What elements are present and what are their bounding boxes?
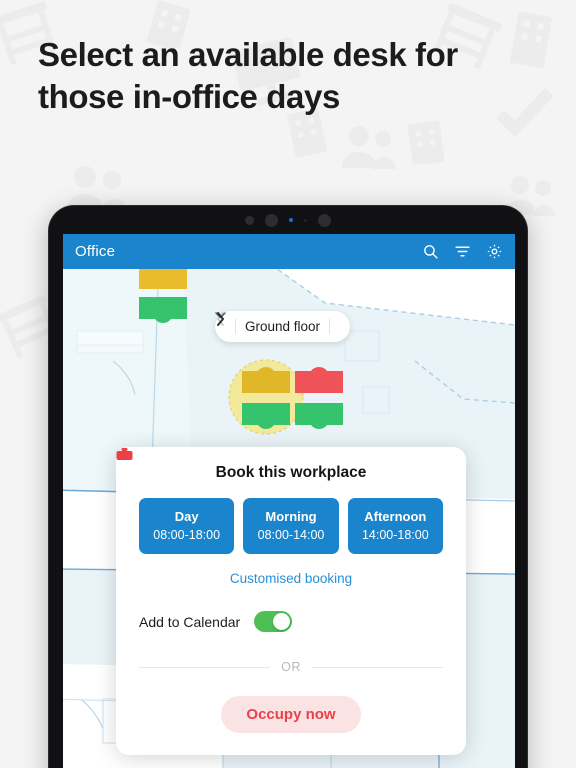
page-title: Select an available desk for those in-of…: [38, 36, 458, 115]
floor-current-label[interactable]: Ground floor: [215, 312, 321, 334]
front-camera-icon: [265, 213, 278, 227]
microphone-icon: [304, 218, 307, 222]
occupy-button-wrap: Occupy now: [116, 448, 443, 733]
customised-booking-link[interactable]: Customised booking: [139, 571, 443, 586]
divider: [235, 319, 236, 334]
divider-line: [311, 666, 443, 668]
device-bezel-top: [49, 206, 527, 234]
promo-screenshot: Select an available desk for those in-of…: [0, 0, 576, 768]
divider: [329, 319, 331, 334]
desk-marker[interactable]: [139, 269, 187, 289]
status-led-icon: [289, 218, 293, 222]
occupy-now-label: Occupy now: [246, 706, 336, 723]
or-label: OR: [281, 660, 301, 674]
slot-label: Day: [174, 509, 199, 524]
booking-sheet: Book this workplace Day 08:00-18:00 Morn…: [116, 447, 466, 755]
slot-time: 14:00-18:00: [361, 528, 429, 542]
camera-sensor-icon: [318, 213, 331, 227]
tablet-screen: Office Ground floor Book this workplace …: [63, 234, 515, 768]
floor-plan-map[interactable]: Ground floor Book this workplace Day 08:…: [63, 269, 515, 768]
chevron-right-icon: [217, 312, 224, 326]
or-divider: OR: [139, 660, 443, 674]
slot-time: 08:00-14:00: [257, 528, 325, 542]
divider-line: [139, 666, 271, 668]
tablet-device-frame: Office Ground floor Book this workplace …: [48, 205, 528, 768]
gear-icon[interactable]: [486, 243, 503, 260]
booking-sheet-title: Book this workplace: [215, 464, 367, 481]
slot-label: Morning: [265, 509, 317, 524]
floor-selector[interactable]: Ground floor: [215, 311, 351, 342]
add-to-calendar-label: Add to Calendar: [139, 613, 241, 630]
time-slot-morning[interactable]: Morning 08:00-14:00: [243, 498, 339, 554]
filter-icon[interactable]: [454, 243, 471, 260]
app-bar: Office: [63, 234, 515, 269]
slot-time: 08:00-18:00: [153, 528, 221, 542]
add-to-calendar-toggle[interactable]: [254, 611, 293, 632]
time-slot-group: Day 08:00-18:00 Morning 08:00-14:00 Afte…: [139, 498, 443, 554]
camera-sensor-icon: [245, 215, 254, 225]
app-title: Office: [75, 243, 116, 260]
building-watermark-icon: [510, 11, 552, 69]
occupy-now-button[interactable]: Occupy now: [116, 448, 361, 733]
time-slot-day[interactable]: Day 08:00-18:00: [139, 498, 235, 554]
floor-name-text: Ground floor: [245, 319, 321, 334]
building-watermark-icon: [407, 120, 445, 164]
search-icon[interactable]: [422, 243, 439, 260]
add-to-calendar-row: Add to Calendar: [139, 611, 443, 632]
slot-label: Afternoon: [364, 509, 427, 524]
people-watermark-icon: [342, 126, 396, 169]
briefcase-icon: [116, 448, 133, 460]
app-bar-actions: [422, 243, 503, 260]
time-slot-afternoon[interactable]: Afternoon 14:00-18:00: [347, 498, 443, 554]
